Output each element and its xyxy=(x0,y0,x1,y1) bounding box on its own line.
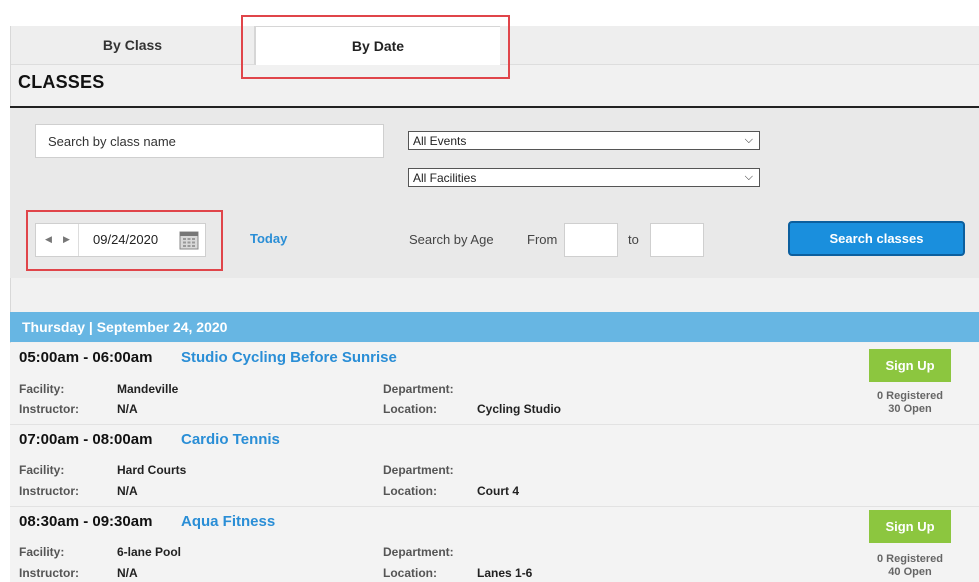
tab-bar-fill xyxy=(500,26,979,65)
instructor-label: Instructor: xyxy=(19,402,79,416)
class-row: 05:00am - 06:00am Studio Cycling Before … xyxy=(10,343,979,425)
instructor-label: Instructor: xyxy=(19,484,79,498)
class-time: 08:30am - 09:30am xyxy=(19,513,153,530)
class-row: 07:00am - 08:00am Cardio Tennis Facility… xyxy=(10,425,979,507)
from-label: From xyxy=(527,232,558,247)
registered-count: 0 Registered xyxy=(876,390,944,402)
class-time: 07:00am - 08:00am xyxy=(19,431,153,448)
instructor-label: Instructor: xyxy=(19,566,79,580)
location-label: Location: xyxy=(383,402,437,416)
age-search-label: Search by Age xyxy=(409,232,494,247)
open-count: 30 Open xyxy=(888,403,932,415)
registration-status: 0 Registered 30 Open xyxy=(850,390,970,416)
location-value: Lanes 1-6 xyxy=(477,566,533,580)
facility-label: Facility: xyxy=(19,463,65,477)
class-name-link[interactable]: Aqua Fitness xyxy=(181,513,275,530)
instructor-value: N/A xyxy=(117,566,138,580)
tab-by-class[interactable]: By Class xyxy=(11,26,255,65)
chevron-down-icon: ⌵ xyxy=(744,134,753,146)
age-from-input[interactable] xyxy=(564,223,618,257)
events-select-value: All Events xyxy=(413,133,467,148)
class-search-input[interactable] xyxy=(35,124,384,158)
facility-label: Facility: xyxy=(19,545,65,559)
facility-value: Mandeville xyxy=(117,382,179,396)
department-label: Department: xyxy=(383,382,454,396)
class-name-link[interactable]: Studio Cycling Before Sunrise xyxy=(181,349,397,366)
class-row: 08:30am - 09:30am Aqua Fitness Facility:… xyxy=(10,507,979,582)
facility-value: 6-lane Pool xyxy=(117,545,182,559)
location-label: Location: xyxy=(383,566,437,580)
registration-status: 0 Registered 40 Open xyxy=(850,553,970,579)
class-name-link[interactable]: Cardio Tennis xyxy=(181,431,280,448)
location-value: Court 4 xyxy=(477,484,519,498)
today-link[interactable]: Today xyxy=(250,231,287,246)
instructor-value: N/A xyxy=(117,484,138,498)
class-time: 05:00am - 06:00am xyxy=(19,349,153,366)
day-header: Thursday | September 24, 2020 xyxy=(10,312,979,342)
page-title: CLASSES xyxy=(18,72,105,92)
highlight-box-date xyxy=(26,210,223,271)
search-classes-button[interactable]: Search classes xyxy=(788,221,965,256)
registered-count: 0 Registered xyxy=(876,553,944,565)
sign-up-button[interactable]: Sign Up xyxy=(869,510,951,543)
facilities-select-value: All Facilities xyxy=(413,170,477,185)
location-label: Location: xyxy=(383,484,437,498)
location-value: Cycling Studio xyxy=(477,402,561,416)
to-label: to xyxy=(628,232,639,247)
department-label: Department: xyxy=(383,545,454,559)
age-to-input[interactable] xyxy=(650,223,704,257)
open-count: 40 Open xyxy=(888,566,932,578)
facilities-select[interactable]: All Facilities ⌵ xyxy=(408,168,760,187)
chevron-down-icon: ⌵ xyxy=(744,171,753,183)
highlight-box-tab xyxy=(241,15,510,79)
instructor-value: N/A xyxy=(117,402,138,416)
facility-label: Facility: xyxy=(19,382,65,396)
events-select[interactable]: All Events ⌵ xyxy=(408,131,760,150)
facility-value: Hard Courts xyxy=(117,463,187,477)
sign-up-button[interactable]: Sign Up xyxy=(869,349,951,382)
department-label: Department: xyxy=(383,463,454,477)
